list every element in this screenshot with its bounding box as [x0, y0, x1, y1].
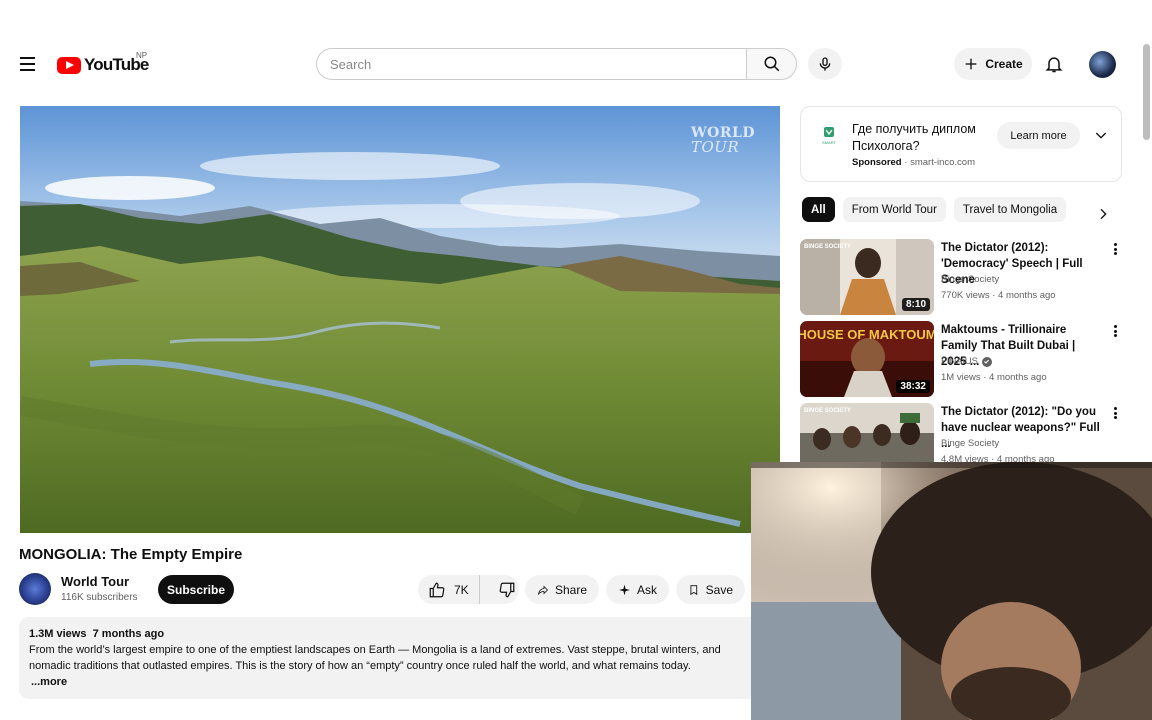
recommendation-channel-name: FINAiUS — [941, 356, 978, 367]
like-button[interactable]: 7K — [418, 575, 480, 604]
thumbnail-caption: HOUSE OF MAKTOUM — [800, 327, 934, 342]
watermark-line-2: TOUR — [690, 138, 740, 156]
dislike-button[interactable] — [486, 575, 528, 604]
webcam-overlay — [751, 462, 1152, 720]
recommendation-channel: Binge Society — [941, 438, 999, 449]
ad-domain: smart-inco.com — [910, 157, 976, 168]
youtube-logo[interactable]: YouTube NP — [57, 51, 149, 75]
subscribe-button[interactable]: Subscribe — [158, 575, 234, 604]
ask-button[interactable]: Ask — [606, 575, 669, 604]
search-button[interactable] — [746, 48, 797, 80]
thumbnail-caption: BINGE SOCIETY — [804, 244, 851, 250]
recommendation-channel: Binge Society — [941, 274, 999, 285]
thumbnail-caption: BINGE SOCIETY — [804, 408, 851, 414]
recommendation-channel-name: Binge Society — [941, 438, 1000, 449]
recommendation-item[interactable]: BINGE SOCIETY 8:10 The Dictator (2012): … — [800, 239, 1130, 315]
chip-travel-mongolia[interactable]: Travel to Mongolia — [953, 197, 1067, 222]
sparkle-icon — [619, 584, 630, 595]
video-watermark: WORLD TOUR — [690, 126, 755, 156]
channel-name[interactable]: World Tour — [61, 574, 129, 589]
share-arrow-icon — [537, 585, 549, 595]
verified-badge-icon — [981, 356, 992, 367]
recommendation-channel-name: Binge Society — [941, 274, 1000, 285]
region-code: NP — [136, 51, 148, 60]
plus-icon — [965, 58, 977, 70]
advertiser-logo: SMART — [822, 127, 837, 145]
video-thumbnail[interactable]: BINGE SOCIETY 8:10 — [800, 239, 934, 315]
chip-from-channel[interactable]: From World Tour — [842, 197, 946, 222]
sponsored-ad[interactable]: SMART Где получить диплом Психолога? Spo… — [800, 106, 1122, 182]
view-count: 1.3M views — [29, 628, 87, 640]
chip-all[interactable]: All — [802, 197, 835, 222]
save-button[interactable]: Save — [676, 575, 745, 604]
chevron-down-icon[interactable] — [1093, 127, 1109, 143]
save-label: Save — [705, 582, 733, 597]
ad-title: Где получить диплом Психолога? — [852, 122, 976, 153]
vertical-dots-icon[interactable] — [1111, 323, 1119, 339]
top-bar: YouTube NP Create — [0, 40, 1140, 88]
description-meta: 1.3M views 7 months ago — [29, 626, 749, 642]
webcam-feed — [751, 462, 1152, 720]
advertiser-logo-caption: SMART — [822, 140, 836, 145]
sponsored-label: Sponsored — [852, 157, 902, 168]
search-icon — [764, 56, 779, 72]
recommendation-item[interactable]: HOUSE OF MAKTOUM 38:32 Maktoums - Trilli… — [800, 321, 1130, 397]
page-scrollbar[interactable] — [1143, 44, 1150, 140]
upload-age: 7 months ago — [92, 628, 165, 640]
description-text: From the world’s largest empire to one o… — [29, 644, 721, 672]
video-duration: 8:10 — [901, 298, 930, 311]
ad-sponsored-line: Sponsored · smart-inco.com — [852, 157, 976, 168]
account-avatar[interactable] — [1089, 51, 1116, 78]
search-bar — [316, 48, 797, 80]
share-label: Share — [554, 582, 587, 597]
recommendation-channel: FINAiUS — [941, 356, 992, 367]
vertical-dots-icon[interactable] — [1111, 405, 1119, 421]
video-duration: 38:32 — [896, 380, 930, 393]
vertical-dots-icon[interactable] — [1111, 241, 1119, 257]
create-button[interactable]: Create — [954, 48, 1032, 80]
chevron-right-icon[interactable] — [1095, 206, 1111, 222]
recommendation-stats: 770K views · 4 months ago — [941, 290, 1056, 301]
channel-avatar[interactable] — [19, 573, 51, 605]
show-more-link[interactable]: ...more — [29, 674, 749, 690]
search-input[interactable] — [316, 48, 746, 80]
video-frame — [20, 106, 780, 533]
bell-icon — [1045, 57, 1063, 73]
recommendation-stats: 1M views · 4 months ago — [941, 372, 1047, 383]
voice-search-button[interactable] — [808, 48, 842, 80]
notifications-button[interactable] — [1042, 52, 1066, 76]
bookmark-icon — [690, 584, 698, 595]
video-player[interactable]: WORLD TOUR — [20, 106, 780, 533]
like-dislike-group: 7K — [418, 575, 519, 604]
mic-icon — [819, 57, 831, 71]
video-thumbnail[interactable]: HOUSE OF MAKTOUM 38:32 — [800, 321, 934, 397]
youtube-play-icon — [57, 56, 81, 74]
video-title: MONGOLIA: The Empty Empire — [19, 546, 243, 563]
ask-label: Ask — [636, 582, 657, 597]
hamburger-icon[interactable] — [16, 52, 42, 76]
learn-more-button[interactable]: Learn more — [997, 122, 1080, 149]
description-box[interactable]: 1.3M views 7 months ago From the world’s… — [19, 617, 759, 699]
subscriber-count: 116K subscribers — [61, 592, 138, 603]
like-count: 7K — [454, 582, 469, 597]
filter-chips: All From World Tour Travel to Mongolia — [802, 197, 1067, 222]
create-label: Create — [985, 57, 1023, 71]
thumbs-up-icon — [429, 582, 445, 597]
share-button[interactable]: Share — [525, 575, 599, 604]
thumbs-down-icon — [499, 582, 515, 597]
